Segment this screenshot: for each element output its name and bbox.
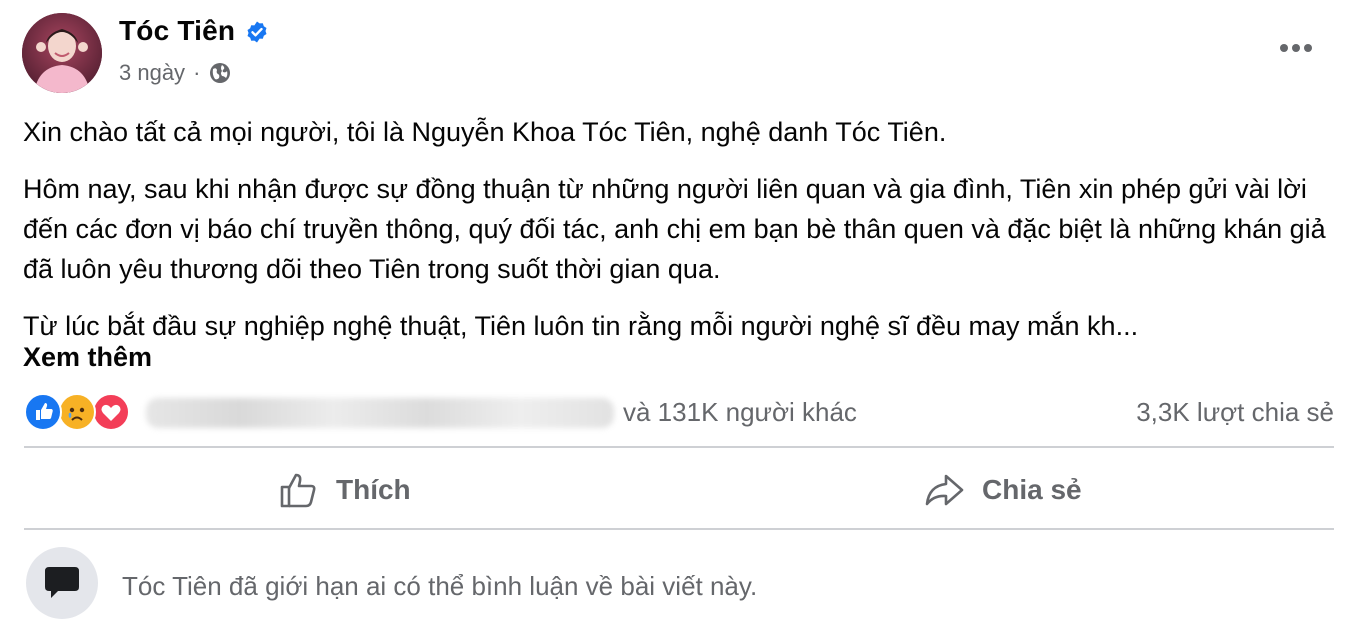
like-icon [24,393,62,431]
share-count[interactable]: 3,3K lượt chia sẻ [1136,397,1334,428]
author-name[interactable]: Tóc Tiên [119,15,235,47]
share-button[interactable]: Chia sẻ [924,462,1082,518]
verified-badge-icon [245,19,269,43]
globe-icon [208,61,232,85]
comment-restricted-text: Tóc Tiên đã giới hạn ai có thể bình luận… [122,571,758,601]
thumbs-up-icon [280,473,316,508]
post-meta: 3 ngày · [119,60,232,86]
post-content: Xin chào tất cả mọi người, tôi là Nguyễn… [23,112,1338,363]
share-arrow-icon [925,474,964,506]
reactor-names-blurred [146,398,614,428]
divider [24,446,1334,448]
avatar-image [22,13,102,93]
comment-restricted-badge [26,547,98,619]
more-dots-icon [1280,44,1312,52]
divider [24,528,1334,530]
post-paragraph: Từ lúc bắt đầu sự nghiệp nghệ thuật, Tiê… [23,311,1139,341]
post-paragraph: Hôm nay, sau khi nhận được sự đồng thuận… [23,174,1326,284]
more-options-button[interactable] [1272,28,1320,68]
reaction-count[interactable]: và 131K người khác [623,397,857,428]
like-label: Thích [336,474,411,505]
post-paragraph: Xin chào tất cả mọi người, tôi là Nguyễn… [23,117,947,147]
author-name-row: Tóc Tiên [119,15,269,47]
comment-bubble-icon [45,567,79,598]
author-avatar[interactable] [22,13,102,93]
post-time[interactable]: 3 ngày [119,60,185,86]
sad-icon [58,393,96,431]
see-more-link[interactable]: Xem thêm [23,342,152,373]
meta-separator: · [193,60,201,85]
post-card: Tóc Tiên 3 ngày · Xin chào tất cả mọi ng… [0,0,1356,636]
love-icon [92,393,130,431]
like-button[interactable]: Thích [278,462,411,518]
share-label: Chia sẻ [982,474,1082,505]
reaction-icons[interactable] [24,393,130,431]
